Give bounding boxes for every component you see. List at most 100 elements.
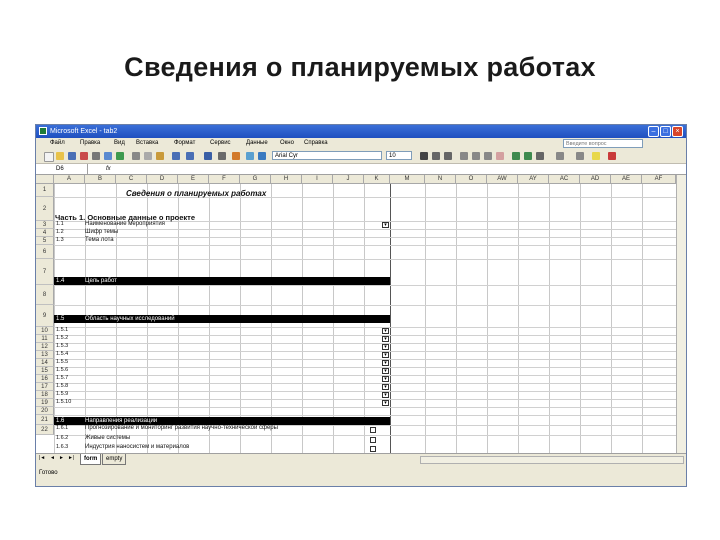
dropdown-arrow-icon[interactable]: ▾ — [382, 376, 389, 382]
area-item-number[interactable]: 1.5.3 — [56, 343, 68, 349]
column-header[interactable]: O — [456, 175, 487, 184]
checkbox[interactable] — [370, 446, 376, 452]
direction-item-number[interactable]: 1.6.1 — [56, 425, 68, 431]
paste-icon[interactable] — [156, 152, 164, 160]
row-header[interactable]: 6 — [36, 245, 54, 259]
select-all-corner[interactable] — [36, 175, 54, 184]
currency-icon[interactable] — [512, 152, 520, 160]
bold-icon[interactable] — [420, 152, 428, 160]
direction-item-number[interactable]: 1.6.2 — [56, 435, 68, 441]
column-header[interactable]: C — [116, 175, 147, 184]
align-center-icon[interactable] — [472, 152, 480, 160]
undo-icon[interactable] — [172, 152, 180, 160]
menu-file[interactable]: Файл — [50, 138, 65, 149]
column-header[interactable]: N — [425, 175, 456, 184]
dropdown-arrow-icon[interactable]: ▾ — [382, 360, 389, 366]
menu-window[interactable]: Окно — [280, 138, 294, 149]
dropdown-arrow-icon[interactable]: ▾ — [382, 328, 389, 334]
column-header[interactable]: M — [390, 175, 425, 184]
column-header[interactable]: I — [302, 175, 333, 184]
row-header[interactable]: 18 — [36, 391, 54, 399]
direction-item-text[interactable]: Прогнозирование и мониторинг развития на… — [85, 425, 278, 431]
font-color-icon[interactable] — [608, 152, 616, 160]
column-header[interactable]: AC — [549, 175, 580, 184]
row-header[interactable]: 11 — [36, 335, 54, 343]
row-header[interactable]: 8 — [36, 285, 54, 305]
column-header[interactable]: AF — [642, 175, 676, 184]
cut-icon[interactable] — [132, 152, 140, 160]
area-item-number[interactable]: 1.5.2 — [56, 335, 68, 341]
align-right-icon[interactable] — [484, 152, 492, 160]
row-header[interactable]: 5 — [36, 237, 54, 245]
menu-data[interactable]: Данные — [246, 138, 268, 149]
row-header[interactable]: 2 — [36, 197, 54, 221]
row-header[interactable]: 22 — [36, 425, 54, 435]
item-number-cell[interactable]: 1.2 — [56, 229, 64, 235]
maximize-button[interactable]: □ — [660, 126, 671, 137]
open-icon[interactable] — [56, 152, 64, 160]
indent-icon[interactable] — [556, 152, 564, 160]
italic-icon[interactable] — [432, 152, 440, 160]
row-header[interactable]: 14 — [36, 359, 54, 367]
help-search-input[interactable]: Введите вопрос — [563, 139, 643, 148]
sheet-tab-empty[interactable]: empty — [102, 454, 127, 465]
row-header[interactable]: 1 — [36, 184, 54, 197]
row-header[interactable]: 7 — [36, 259, 54, 285]
first-sheet-icon[interactable]: |◄ — [39, 455, 45, 461]
autosum-icon[interactable] — [204, 152, 212, 160]
underline-icon[interactable] — [444, 152, 452, 160]
item-text-cell[interactable]: Тема лота — [85, 237, 114, 243]
sheet-header-cell[interactable]: Сведения о планируемых работах — [126, 189, 266, 198]
item-text-cell[interactable]: Шифр темы — [85, 229, 118, 235]
close-button[interactable]: × — [672, 126, 683, 137]
font-name-select[interactable]: Arial Cyr — [272, 151, 382, 160]
column-header[interactable]: G — [240, 175, 271, 184]
area-item-number[interactable]: 1.5.10 — [56, 399, 71, 405]
row-header[interactable]: 10 — [36, 327, 54, 335]
column-header[interactable]: J — [333, 175, 364, 184]
item-number-cell[interactable]: 1.1 — [56, 221, 64, 227]
sort-icon[interactable] — [218, 152, 226, 160]
column-header[interactable]: E — [178, 175, 209, 184]
column-header[interactable]: AY — [518, 175, 549, 184]
menu-edit[interactable]: Правка — [80, 138, 100, 149]
goal-section-row[interactable]: 1.4 Цель работ — [54, 277, 390, 285]
copy-icon[interactable] — [144, 152, 152, 160]
column-header[interactable]: K — [364, 175, 390, 184]
dropdown-arrow-icon[interactable]: ▾ — [382, 384, 389, 390]
direction-item-text[interactable]: Живые системы — [85, 435, 130, 441]
row-header[interactable]: 21 — [36, 415, 54, 425]
column-header[interactable]: AE — [611, 175, 642, 184]
row-header[interactable]: 4 — [36, 229, 54, 237]
dropdown-arrow-icon[interactable]: ▾ — [382, 222, 389, 228]
row-header[interactable]: 13 — [36, 351, 54, 359]
checkbox[interactable] — [370, 437, 376, 443]
font-size-select[interactable]: 10 — [386, 151, 412, 160]
dropdown-arrow-icon[interactable]: ▾ — [382, 352, 389, 358]
directions-section-row[interactable]: 1.6 Направления реализации — [54, 417, 390, 425]
align-left-icon[interactable] — [460, 152, 468, 160]
area-item-number[interactable]: 1.5.5 — [56, 359, 68, 365]
column-header[interactable]: H — [271, 175, 302, 184]
area-item-number[interactable]: 1.5.7 — [56, 375, 68, 381]
row-header[interactable]: 3 — [36, 221, 54, 229]
help-icon[interactable] — [258, 152, 266, 160]
menu-format[interactable]: Формат — [174, 138, 195, 149]
row-header[interactable]: 16 — [36, 375, 54, 383]
area-item-number[interactable]: 1.5.1 — [56, 327, 68, 333]
percent-icon[interactable] — [524, 152, 532, 160]
column-header[interactable]: B — [85, 175, 116, 184]
last-sheet-icon[interactable]: ►| — [68, 455, 74, 461]
vertical-scrollbar[interactable] — [676, 175, 686, 453]
fx-icon[interactable]: fx — [106, 164, 111, 174]
item-text-cell[interactable]: Наименование мероприятия — [85, 221, 165, 227]
permission-icon[interactable] — [80, 152, 88, 160]
checkbox[interactable] — [370, 427, 376, 433]
direction-item-number[interactable]: 1.6.3 — [56, 444, 68, 450]
column-header[interactable]: A — [54, 175, 85, 184]
dropdown-arrow-icon[interactable]: ▾ — [382, 368, 389, 374]
area-item-number[interactable]: 1.5.4 — [56, 351, 68, 357]
column-header[interactable]: AD — [580, 175, 611, 184]
menu-view[interactable]: Вид — [114, 138, 125, 149]
column-header[interactable]: D — [147, 175, 178, 184]
